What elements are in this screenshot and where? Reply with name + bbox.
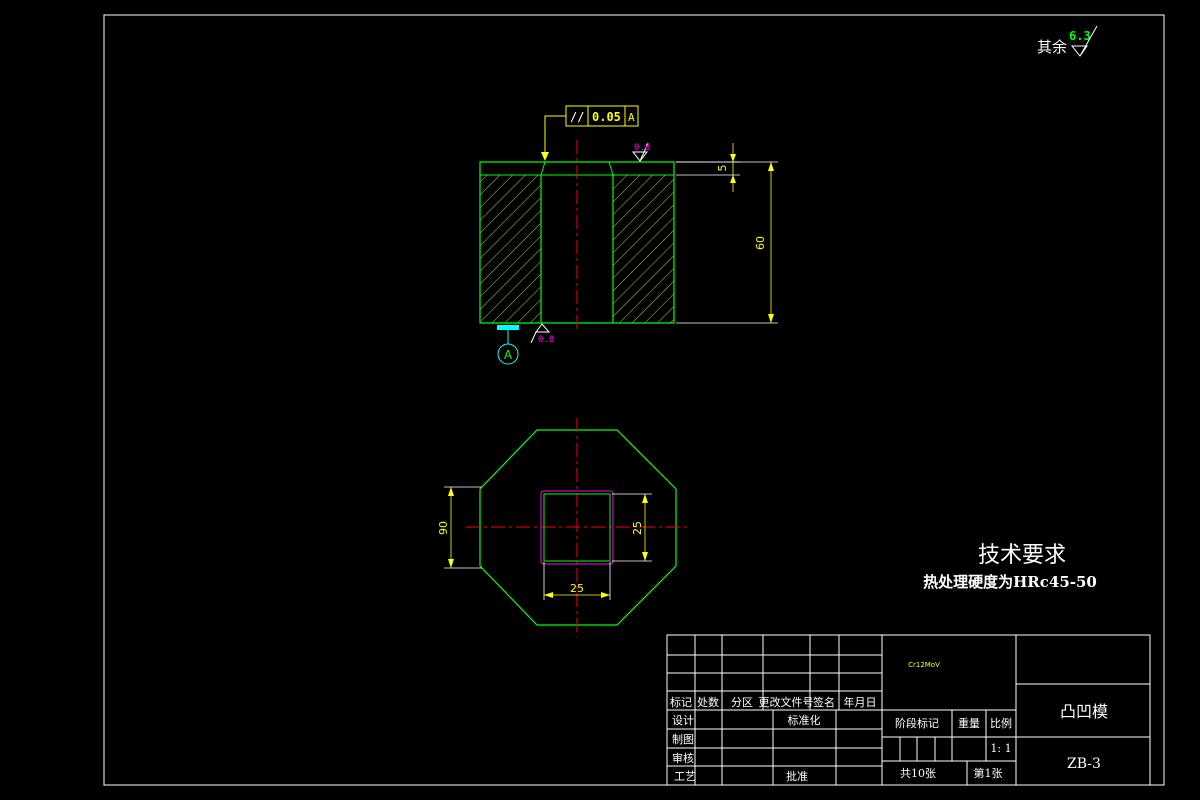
col-header-change-doc: 更改文件号 xyxy=(759,695,814,709)
label-approve: 批准 xyxy=(786,769,808,783)
datum-label: A xyxy=(504,348,513,362)
datum-a-marker: A xyxy=(497,325,519,365)
roughness-value: 6.3 xyxy=(1069,29,1091,43)
parallelism-datum: A xyxy=(628,111,635,124)
part-name: 凸凹模 xyxy=(1060,702,1108,721)
col-header-count: 处数 xyxy=(697,696,719,709)
label-drawing: 制图 xyxy=(672,733,694,746)
roughness-top-value: 0.8 xyxy=(634,143,650,153)
scale-value: 1: 1 xyxy=(990,742,1011,755)
label-design: 设计 xyxy=(672,714,694,727)
leader-arrow-icon xyxy=(541,152,549,161)
roughness-top: 0.8 xyxy=(631,142,650,162)
top-view: 90 25 25 xyxy=(437,418,688,637)
col-header-date: 年月日 xyxy=(844,695,877,709)
label-stage-mark: 阶段标记 xyxy=(895,716,939,730)
label-process: 工艺 xyxy=(674,770,696,783)
tech-req-line1: 热处理硬度为HRc45-50 xyxy=(923,573,1097,591)
tech-req-title: 技术要求 xyxy=(978,543,1066,568)
dim-step-value: 5 xyxy=(716,165,729,172)
front-view: // 0.05 A 0.8 0.8 A 5 60 xyxy=(479,105,778,365)
roughness-prefix: 其余 xyxy=(1037,38,1067,56)
sheet-number: 第1张 xyxy=(974,766,1003,780)
dim-hole-width-value: 25 xyxy=(570,582,584,595)
label-review: 审核 xyxy=(672,751,694,765)
col-header-signature: 签名 xyxy=(813,695,835,709)
general-roughness-note: 其余 6.3 xyxy=(1037,25,1098,57)
drawing-frame xyxy=(103,14,1165,786)
parallelism-icon: // xyxy=(570,110,584,124)
dim-height: 60 xyxy=(676,161,778,324)
col-header-zone: 分区 xyxy=(731,696,753,709)
label-scale: 比例 xyxy=(990,716,1012,730)
dim-height-value: 60 xyxy=(754,236,767,250)
parallelism-tolerance: 0.05 xyxy=(592,110,621,124)
label-weight: 重量 xyxy=(958,716,980,730)
label-standardization: 标准化 xyxy=(788,713,821,727)
drawing-canvas: 其余 6.3 // 0.05 A 0.8 0.8 A 5 60 90 25 25… xyxy=(103,14,1165,786)
material-value: Cr12MoV xyxy=(908,661,940,669)
dim-step: 5 xyxy=(676,143,740,192)
parallelism-tolerance-frame: // 0.05 A xyxy=(541,105,639,161)
dim-overall-value: 90 xyxy=(437,521,450,535)
section-hatch-left xyxy=(480,175,541,323)
col-header-mark: 标记 xyxy=(670,695,692,709)
roughness-bottom-value: 0.8 xyxy=(538,335,554,345)
dim-hole-height-value: 25 xyxy=(631,521,644,535)
roughness-bottom: 0.8 xyxy=(530,323,554,345)
technical-requirements: 技术要求 热处理硬度为HRc45-50 xyxy=(923,543,1097,591)
total-sheets: 共10张 xyxy=(900,767,936,780)
drawing-number: ZB-3 xyxy=(1067,756,1101,772)
section-hatch-right xyxy=(613,175,674,323)
title-block-text: Cr12MoV 凸凹模 ZB-3 标记 处数 分区 更改文件号 签名 年月日 设… xyxy=(670,661,1108,783)
